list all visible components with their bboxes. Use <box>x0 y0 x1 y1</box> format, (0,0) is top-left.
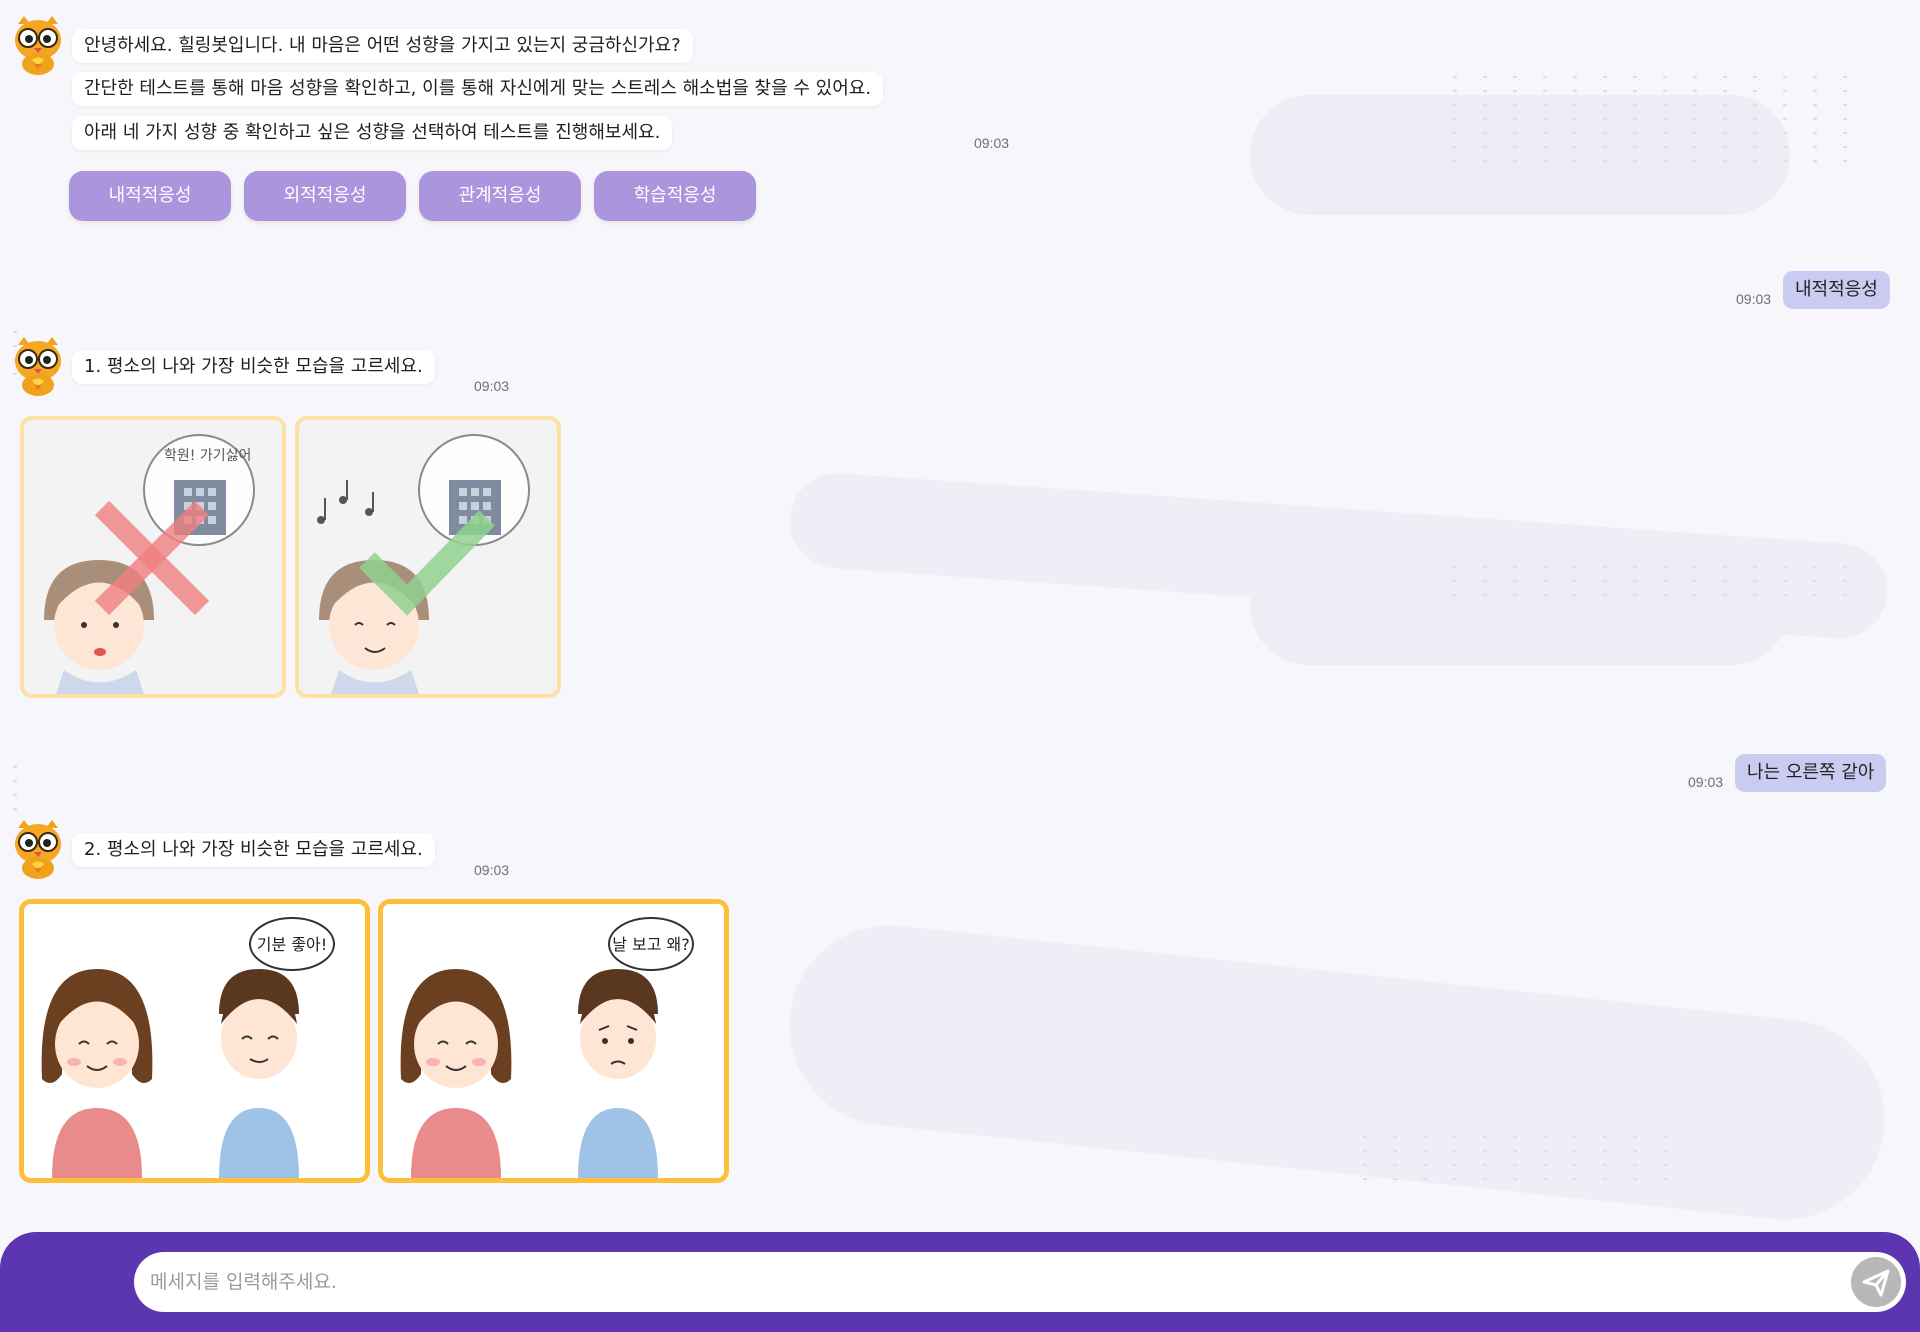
illustration-happy-boy <box>299 420 557 694</box>
send-button[interactable] <box>1851 1257 1901 1307</box>
answer-image-left[interactable]: 기분 좋아! <box>19 899 370 1183</box>
message-timestamp: 09:03 <box>974 135 1010 151</box>
healingbot-avatar-icon <box>15 820 61 879</box>
bot-question: 1. 평소의 나와 가장 비슷한 모습을 고르세요. <box>72 350 435 384</box>
message-timestamp: 09:03 <box>474 862 510 878</box>
illustration-girl-boy-confused: 날 보고 왜? <box>383 904 724 1178</box>
background-shape <box>1250 95 1790 215</box>
healingbot-avatar-icon <box>15 337 61 396</box>
background-shape <box>1250 545 1790 665</box>
thought-text: 기분 좋아! <box>257 935 327 954</box>
thought-text: 학원! 가기싫어 <box>164 448 251 464</box>
bot-message: 간단한 테스트를 통해 마음 성향을 확인하고, 이를 통해 자신에게 맞는 스… <box>72 72 884 106</box>
user-message: 내적적응성 <box>1783 271 1890 309</box>
paper-plane-icon <box>1862 1269 1890 1297</box>
background-shape <box>779 915 1895 1230</box>
bot-question: 2. 평소의 나와 가장 비슷한 모습을 고르세요. <box>72 833 435 867</box>
option-button-relational[interactable]: 관계적응성 <box>419 171 581 221</box>
background-dots <box>1440 560 1860 600</box>
background-dots <box>1440 70 1860 170</box>
user-message: 나는 오른쪽 같아 <box>1735 754 1887 792</box>
answer-image-left[interactable]: 학원! 가기싫어 <box>20 416 286 698</box>
illustration-reluctant-boy: 학원! 가기싫어 <box>24 420 282 694</box>
message-input-wrapper <box>134 1252 1906 1312</box>
message-input[interactable] <box>150 1252 1810 1312</box>
thought-text: 날 보고 왜? <box>612 935 690 954</box>
message-timestamp: 09:03 <box>1688 774 1724 790</box>
healingbot-avatar-icon <box>15 16 61 75</box>
background-dots <box>1350 1130 1670 1190</box>
message-timestamp: 09:03 <box>474 378 510 394</box>
background-shape <box>786 470 1891 642</box>
option-button-learning[interactable]: 학습적응성 <box>594 171 756 221</box>
bot-message: 안녕하세요. 힐링봇입니다. 내 마음은 어떤 성향을 가지고 있는지 궁금하신… <box>72 29 693 63</box>
answer-image-right[interactable]: 날 보고 왜? <box>378 899 729 1183</box>
answer-image-right[interactable] <box>295 416 561 698</box>
background-dots <box>0 760 20 820</box>
illustration-girl-boy-happy: 기분 좋아! <box>24 904 365 1178</box>
option-button-internal[interactable]: 내적적응성 <box>69 171 231 221</box>
option-button-external[interactable]: 외적적응성 <box>244 171 406 221</box>
bot-message: 아래 네 가지 성향 중 확인하고 싶은 성향을 선택하여 테스트를 진행해보세… <box>72 116 673 150</box>
message-timestamp: 09:03 <box>1736 291 1772 307</box>
